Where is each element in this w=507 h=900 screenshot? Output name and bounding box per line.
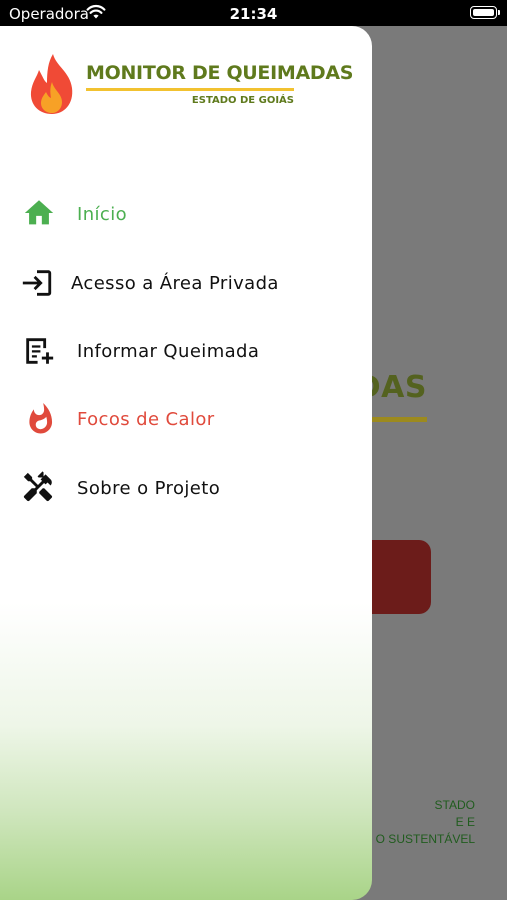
menu-item-acesso-area-privada[interactable]: Acesso a Área Privada xyxy=(0,252,372,312)
menu-label-acesso-area-privada: Acesso a Área Privada xyxy=(71,273,279,294)
flame-logo-icon xyxy=(30,54,73,114)
report-add-icon xyxy=(26,338,54,364)
menu-label-inicio: Início xyxy=(77,204,128,225)
menu-item-sobre-o-projeto[interactable]: Sobre o Projeto xyxy=(0,457,372,517)
status-bar: Operadora 21:34 xyxy=(0,0,507,26)
logo-divider xyxy=(86,88,294,91)
menu-item-informar-queimada[interactable]: Informar Queimada xyxy=(0,320,372,380)
fire-icon xyxy=(29,402,53,434)
menu-item-focos-de-calor[interactable]: Focos de Calor xyxy=(0,388,372,448)
menu-label-informar-queimada: Informar Queimada xyxy=(77,341,260,362)
logo-subtitle: ESTADO DE GOIÁS xyxy=(191,95,294,106)
app-logo: MONITOR DE QUEIMADAS ESTADO DE GOIÁS xyxy=(26,52,353,122)
menu-label-focos-de-calor: Focos de Calor xyxy=(77,409,215,430)
login-icon xyxy=(22,270,52,296)
battery-icon xyxy=(470,6,500,19)
menu-label-sobre-o-projeto: Sobre o Projeto xyxy=(77,478,221,499)
menu-item-inicio[interactable]: Início xyxy=(0,183,372,243)
navigation-drawer: MONITOR DE QUEIMADAS ESTADO DE GOIÁS Iní… xyxy=(0,26,372,900)
home-icon xyxy=(24,200,54,225)
clock: 21:34 xyxy=(229,5,278,23)
tools-icon xyxy=(23,471,53,502)
logo-title: MONITOR DE QUEIMADAS xyxy=(86,62,354,84)
